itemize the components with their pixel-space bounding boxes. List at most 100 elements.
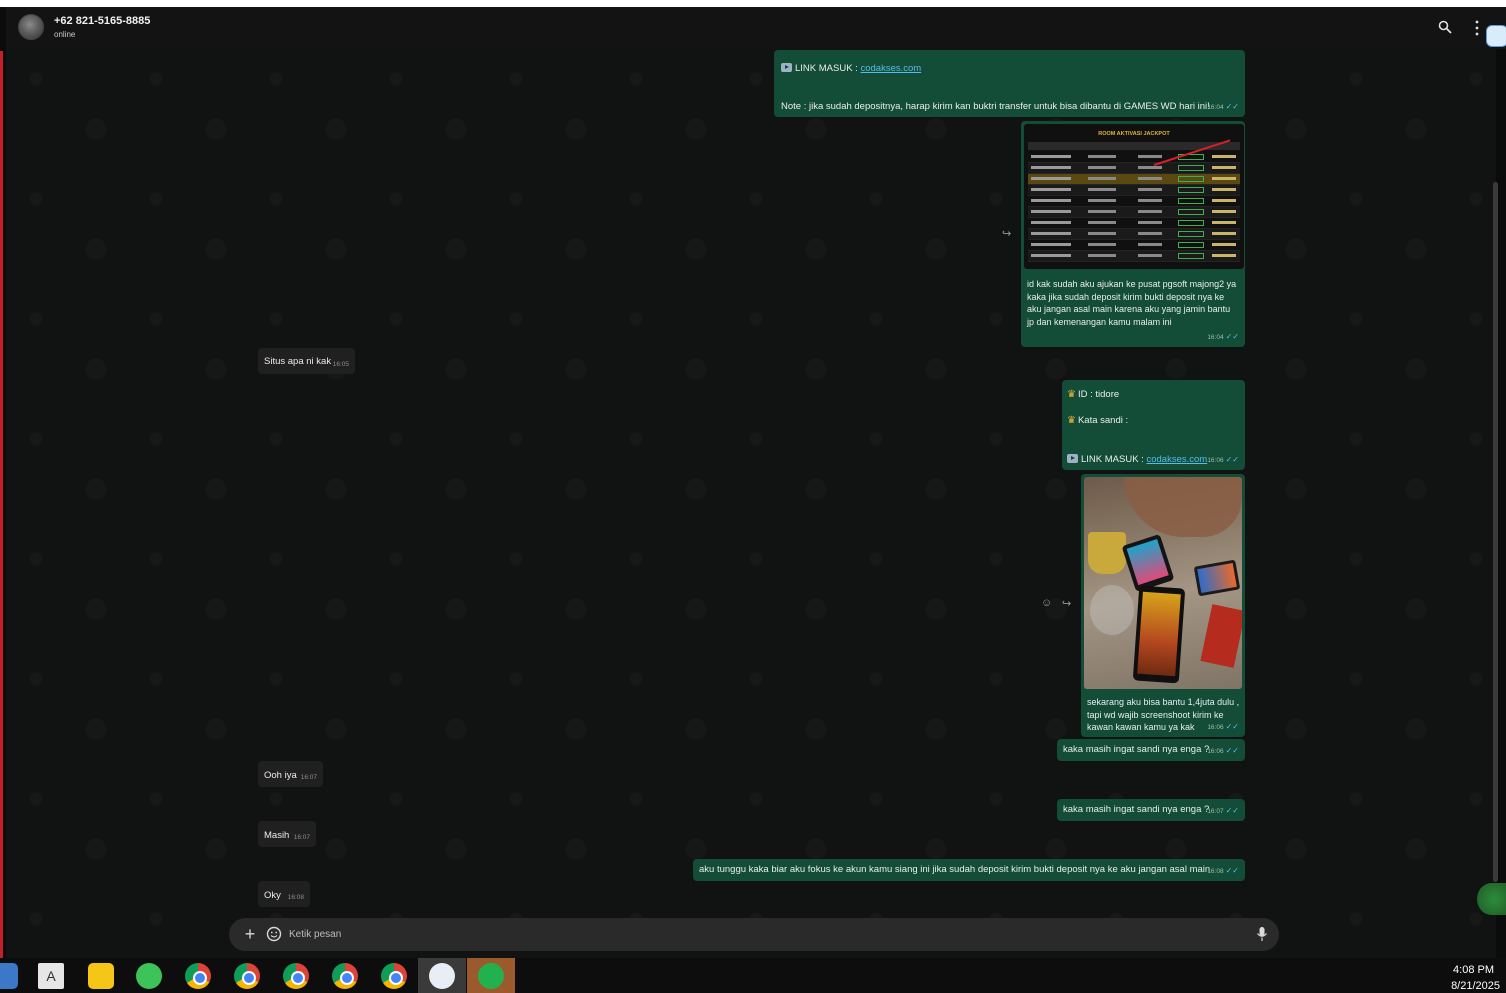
taskbar-chrome-icon[interactable] xyxy=(332,963,358,989)
photo-phone xyxy=(1193,559,1241,597)
emoji-react-icon[interactable]: ☺ xyxy=(1041,597,1052,609)
read-ticks-icon: ✓✓ xyxy=(1225,865,1239,875)
link-line: LINK MASUK : codakses.com xyxy=(781,63,921,76)
gambling-photo[interactable] xyxy=(1084,477,1242,689)
message-incoming[interactable]: Ooh iya 16:07 xyxy=(258,761,323,787)
message-outgoing[interactable]: kaka masih ingat sandi nya enga ? 16:07 ✓… xyxy=(1057,799,1245,821)
taskbar-chrome-icon[interactable] xyxy=(283,963,309,989)
taskbar-chrome-icon[interactable] xyxy=(381,963,407,989)
whatsapp-window: +62 821-5165-8885 online LINK MASUK : co… xyxy=(0,7,1506,958)
chat-area: LINK MASUK : codakses.com Note : jika su… xyxy=(6,49,1496,958)
message-incoming[interactable]: Situs apa ni kak 16:05 xyxy=(258,348,355,374)
image-row xyxy=(1028,196,1240,207)
message-time: 16:06 ✓✓ xyxy=(1207,454,1239,464)
image-row xyxy=(1028,185,1240,196)
read-ticks-icon: ✓✓ xyxy=(1225,805,1239,815)
message-time: 16:07 ✓✓ xyxy=(1207,805,1239,815)
message-time: 16:07 xyxy=(300,773,317,781)
message-text: Masih xyxy=(264,830,290,841)
search-icon[interactable] xyxy=(1438,20,1452,34)
taskbar-app-icon[interactable] xyxy=(0,963,18,989)
photo-cup xyxy=(1088,532,1126,574)
message-time: 16:04 ✓✓ xyxy=(1207,331,1239,341)
message-text: kaka masih ingat sandi nya enga ? xyxy=(1063,744,1210,755)
password-line: ♛ Kata sandi : xyxy=(1067,415,1129,426)
attach-plus-icon[interactable]: + xyxy=(240,924,260,944)
link-line: LINK MASUK : codakses.com xyxy=(1067,454,1207,467)
message-text: Note : jika sudah depositnya, harap kiri… xyxy=(781,101,1210,112)
forward-icon[interactable]: ↪ xyxy=(1062,597,1071,610)
taskbar-time[interactable]: 4:08 PM xyxy=(1430,964,1494,976)
message-incoming[interactable]: Oky 16:08 xyxy=(258,881,310,907)
read-ticks-icon: ✓✓ xyxy=(1225,331,1239,341)
message-outgoing[interactable]: LINK MASUK : codakses.com Note : jika su… xyxy=(774,50,1245,117)
message-composer: + xyxy=(229,918,1279,951)
message-input[interactable] xyxy=(289,925,1239,944)
photo-ashtray xyxy=(1090,585,1134,635)
message-outgoing-image[interactable]: sekarang aku bisa bantu 1,4juta dulu , t… xyxy=(1081,474,1245,737)
message-time: 16:04 ✓✓ xyxy=(1207,101,1239,111)
id-line: ♛ ID : tidore xyxy=(1067,389,1120,400)
message-time: 16:06 ✓✓ xyxy=(1207,721,1239,731)
message-text: aku tunggu kaka biar aku fokus ke akun k… xyxy=(699,864,1211,875)
photo-box xyxy=(1200,604,1242,668)
taskbar-line-app-icon[interactable] xyxy=(478,963,504,989)
emoji-icon[interactable] xyxy=(266,926,282,942)
jackpot-table-image[interactable]: ROOM AKTIVASI JACKPOT xyxy=(1024,124,1244,269)
taskbar-chrome-icon[interactable] xyxy=(185,963,211,989)
taskbar-date[interactable]: 8/21/2025 xyxy=(1430,980,1500,992)
message-incoming[interactable]: Masih 16:07 xyxy=(258,821,316,847)
image-table-rows xyxy=(1028,152,1240,262)
taskbar-sticky-notes-icon[interactable] xyxy=(88,963,114,989)
read-ticks-icon: ✓✓ xyxy=(1225,454,1239,464)
image-row xyxy=(1028,174,1240,185)
photo-phone xyxy=(1121,533,1175,593)
forward-icon[interactable]: ↪ xyxy=(1002,227,1011,240)
windows-taskbar: A 4:08 PM 8/21/2025 xyxy=(0,958,1506,993)
message-caption: id kak sudah aku ajukan ke pusat pgsoft … xyxy=(1027,279,1237,327)
message-outgoing[interactable]: aku tunggu kaka biar aku fokus ke akun k… xyxy=(693,859,1245,881)
message-time: 16:05 xyxy=(332,360,349,368)
image-row xyxy=(1028,229,1240,240)
menu-dots-icon[interactable] xyxy=(1474,19,1480,37)
message-text: kaka masih ingat sandi nya enga ? xyxy=(1063,804,1210,815)
contact-avatar[interactable] xyxy=(18,14,44,40)
link-label: LINK MASUK : xyxy=(1081,454,1147,465)
crown-icon: ♛ xyxy=(1067,415,1076,426)
message-time: 16:07 xyxy=(293,833,310,841)
read-ticks-icon: ✓✓ xyxy=(1225,101,1239,111)
taskbar-messenger-icon[interactable] xyxy=(429,963,455,989)
read-ticks-icon: ✓✓ xyxy=(1225,745,1239,755)
message-time: 16:08 xyxy=(287,893,304,901)
play-icon xyxy=(1067,454,1078,463)
image-row xyxy=(1028,163,1240,174)
message-text: Oky xyxy=(264,890,281,901)
image-title: ROOM AKTIVASI JACKPOT xyxy=(1098,131,1170,137)
floating-app-icon[interactable] xyxy=(1477,883,1506,915)
taskbar-whatsapp-icon[interactable] xyxy=(136,963,162,989)
photo-phone xyxy=(1132,585,1186,684)
window-red-edge xyxy=(0,51,3,958)
chat-scrollbar[interactable] xyxy=(1493,182,1498,882)
crown-icon: ♛ xyxy=(1067,389,1076,400)
taskbar-font-icon[interactable]: A xyxy=(38,963,64,989)
message-text: Situs apa ni kak xyxy=(264,356,332,367)
message-link[interactable]: codakses.com xyxy=(860,63,921,74)
message-outgoing-image[interactable]: ROOM AKTIVASI JACKPOT id kak sudah aku a… xyxy=(1021,121,1245,347)
read-ticks-icon: ✓✓ xyxy=(1225,721,1239,731)
contact-status: online xyxy=(54,30,76,39)
contact-name[interactable]: +62 821-5165-8885 xyxy=(54,15,150,27)
image-row xyxy=(1028,207,1240,218)
message-text: Ooh iya xyxy=(264,770,297,781)
image-row xyxy=(1028,152,1240,163)
image-row xyxy=(1028,218,1240,229)
microphone-icon[interactable] xyxy=(1255,926,1269,942)
translate-icon[interactable] xyxy=(1486,25,1506,47)
taskbar-chrome-icon[interactable] xyxy=(234,963,260,989)
link-label: LINK MASUK : xyxy=(795,63,861,74)
window-top-strip xyxy=(0,0,1506,7)
message-outgoing[interactable]: kaka masih ingat sandi nya enga ? 16:06 ✓… xyxy=(1057,739,1245,761)
image-row xyxy=(1028,240,1240,251)
message-outgoing[interactable]: ♛ ID : tidore ♛ Kata sandi : LINK MASUK : … xyxy=(1062,380,1245,470)
message-link[interactable]: codakses.com xyxy=(1146,454,1207,465)
